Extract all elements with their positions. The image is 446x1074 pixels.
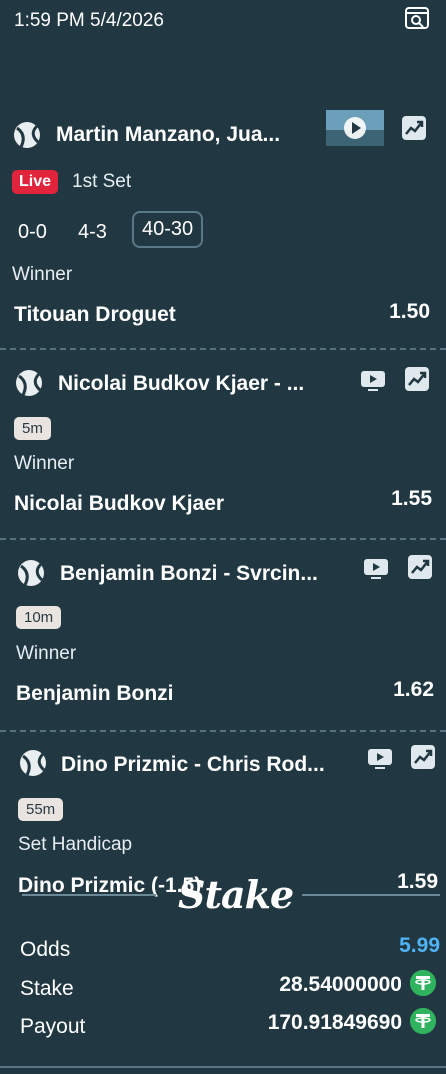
market-label: Set Handicap [18,834,133,855]
match-title[interactable]: Benjamin Bonzi - Svrcin... [60,562,318,586]
brand-line-right [302,894,440,896]
payout-value: 170.91849690 [267,1011,402,1034]
match-title[interactable]: Nicolai Budkov Kjaer - ... [58,372,304,396]
stream-icon[interactable] [362,556,390,582]
divider [0,348,446,350]
stats-icon[interactable] [401,115,427,141]
odds-label: Odds [20,938,71,961]
tennis-ball-icon [14,368,44,398]
match-title[interactable]: Dino Prizmic - Chris Rod... [61,753,325,777]
timestamp: 1:59 PM 5/4/2026 [14,10,164,31]
tether-icon [410,970,436,996]
brand-row: Stake [0,870,446,930]
tennis-ball-icon [18,748,48,778]
market-label: Winner [14,453,75,474]
stream-thumbnail[interactable] [326,110,384,146]
time-badge: 10m [16,606,62,629]
tennis-ball-icon [16,558,46,588]
bottom-rule [0,1066,446,1068]
selection-name: Titouan Droguet [14,303,176,326]
divider [0,730,446,732]
set-label: 1st Set [72,171,132,192]
stake-label: Stake [20,977,74,1000]
stake-value: 28.54000000 [279,973,402,996]
stats-icon[interactable] [410,744,436,770]
score-sets: 0-0 [18,221,47,243]
time-badge: 55m [18,798,64,821]
match-title[interactable]: Martin Manzano, Jua... [56,123,280,147]
selection-name: Nicolai Budkov Kjaer [14,492,225,515]
stats-icon[interactable] [407,554,433,580]
market-label: Winner [16,643,77,664]
stats-icon[interactable] [404,366,430,392]
score-games: 4-3 [78,221,107,243]
live-badge: Live [12,170,59,194]
selection-odds: 1.55 [391,487,432,510]
stream-icon[interactable] [366,746,394,772]
odds-value: 5.99 [399,934,440,957]
stake-logo: Stake [178,872,294,917]
stream-icon[interactable] [359,368,387,394]
selection-odds: 1.50 [389,300,430,323]
score-points: 40-30 [132,211,204,248]
brand-line-left [22,894,156,896]
search-icon[interactable] [404,6,430,32]
selection-name: Benjamin Bonzi [16,682,174,705]
selection-odds: 1.62 [393,678,434,701]
time-badge: 5m [14,417,51,440]
top-bar: 1:59 PM 5/4/2026 [0,0,446,50]
tether-icon [410,1008,436,1034]
tennis-ball-icon [12,120,42,150]
market-label: Winner [12,264,73,285]
payout-label: Payout [20,1015,86,1038]
divider [0,538,446,540]
